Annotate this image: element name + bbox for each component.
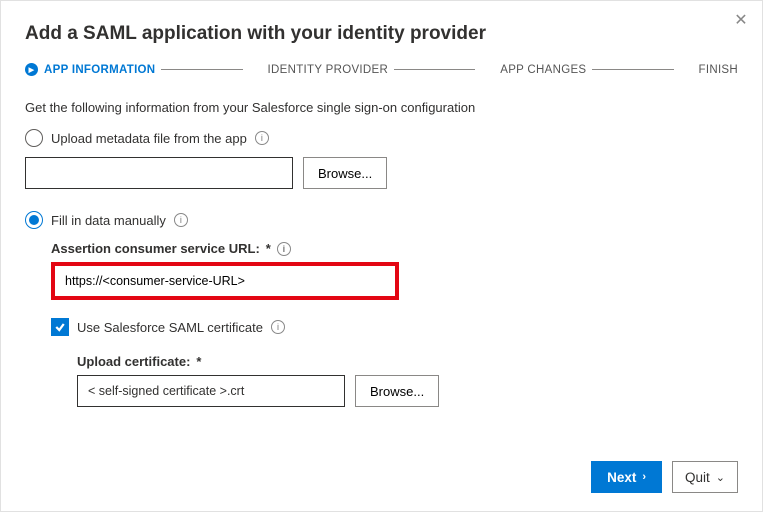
next-button[interactable]: Next › bbox=[591, 461, 662, 493]
label-text: Upload certificate: bbox=[77, 354, 190, 369]
step-label: APP INFORMATION bbox=[44, 64, 155, 76]
info-icon[interactable]: i bbox=[255, 131, 269, 145]
info-icon[interactable]: i bbox=[271, 320, 285, 334]
close-icon[interactable]: ✕ bbox=[730, 9, 752, 31]
step-label: IDENTITY PROVIDER bbox=[268, 64, 389, 76]
chevron-right-icon: › bbox=[642, 471, 646, 483]
step-finish[interactable]: FINISH bbox=[680, 63, 739, 76]
step-divider bbox=[592, 69, 673, 70]
browse-metadata-button[interactable]: Browse... bbox=[303, 157, 387, 189]
dialog-footer: Next › Quit ⌄ bbox=[591, 461, 738, 493]
acs-url-input[interactable] bbox=[55, 266, 395, 296]
radio-upload-metadata[interactable] bbox=[25, 129, 43, 147]
step-active-icon: ▶ bbox=[25, 63, 38, 76]
label-text: Assertion consumer service URL: bbox=[51, 241, 260, 256]
cert-file-input[interactable]: < self-signed certificate >.crt bbox=[77, 375, 345, 407]
info-icon[interactable]: i bbox=[174, 213, 188, 227]
radio-fill-manually[interactable] bbox=[25, 211, 43, 229]
metadata-file-input[interactable] bbox=[25, 157, 293, 189]
wizard-stepper: ▶ APP INFORMATION IDENTITY PROVIDER APP … bbox=[25, 63, 738, 76]
step-app-changes[interactable]: APP CHANGES bbox=[481, 63, 586, 76]
step-app-information[interactable]: ▶ APP INFORMATION bbox=[25, 63, 155, 76]
upload-cert-label: Upload certificate: * bbox=[77, 354, 738, 369]
option-fill-manually[interactable]: Fill in data manually i bbox=[25, 211, 738, 229]
intro-text: Get the following information from your … bbox=[25, 100, 738, 115]
use-salesforce-cert-checkbox[interactable] bbox=[51, 318, 69, 336]
option-label: Fill in data manually bbox=[51, 213, 166, 228]
button-label: Quit bbox=[685, 470, 710, 485]
step-divider bbox=[161, 69, 242, 70]
checkbox-label: Use Salesforce SAML certificate bbox=[77, 320, 263, 335]
option-label: Upload metadata file from the app bbox=[51, 131, 247, 146]
option-upload-metadata[interactable]: Upload metadata file from the app i bbox=[25, 129, 738, 147]
chevron-down-icon: ⌄ bbox=[716, 471, 725, 484]
close-glyph: ✕ bbox=[734, 10, 747, 30]
metadata-file-row: Browse... bbox=[25, 157, 738, 189]
dialog-title: Add a SAML application with your identit… bbox=[25, 23, 738, 45]
step-identity-provider[interactable]: IDENTITY PROVIDER bbox=[249, 63, 389, 76]
browse-cert-button[interactable]: Browse... bbox=[355, 375, 439, 407]
step-label: FINISH bbox=[699, 64, 739, 76]
quit-button[interactable]: Quit ⌄ bbox=[672, 461, 738, 493]
step-divider bbox=[394, 69, 475, 70]
step-label: APP CHANGES bbox=[500, 64, 586, 76]
check-icon bbox=[54, 321, 66, 333]
required-mark: * bbox=[196, 354, 201, 369]
info-icon[interactable]: i bbox=[277, 242, 291, 256]
use-salesforce-cert-row[interactable]: Use Salesforce SAML certificate i bbox=[51, 318, 738, 336]
cert-file-value: < self-signed certificate >.crt bbox=[88, 384, 244, 398]
button-label: Next bbox=[607, 470, 636, 485]
acs-url-label: Assertion consumer service URL: * i bbox=[51, 241, 738, 256]
acs-url-highlight bbox=[51, 262, 399, 300]
required-mark: * bbox=[266, 241, 271, 256]
